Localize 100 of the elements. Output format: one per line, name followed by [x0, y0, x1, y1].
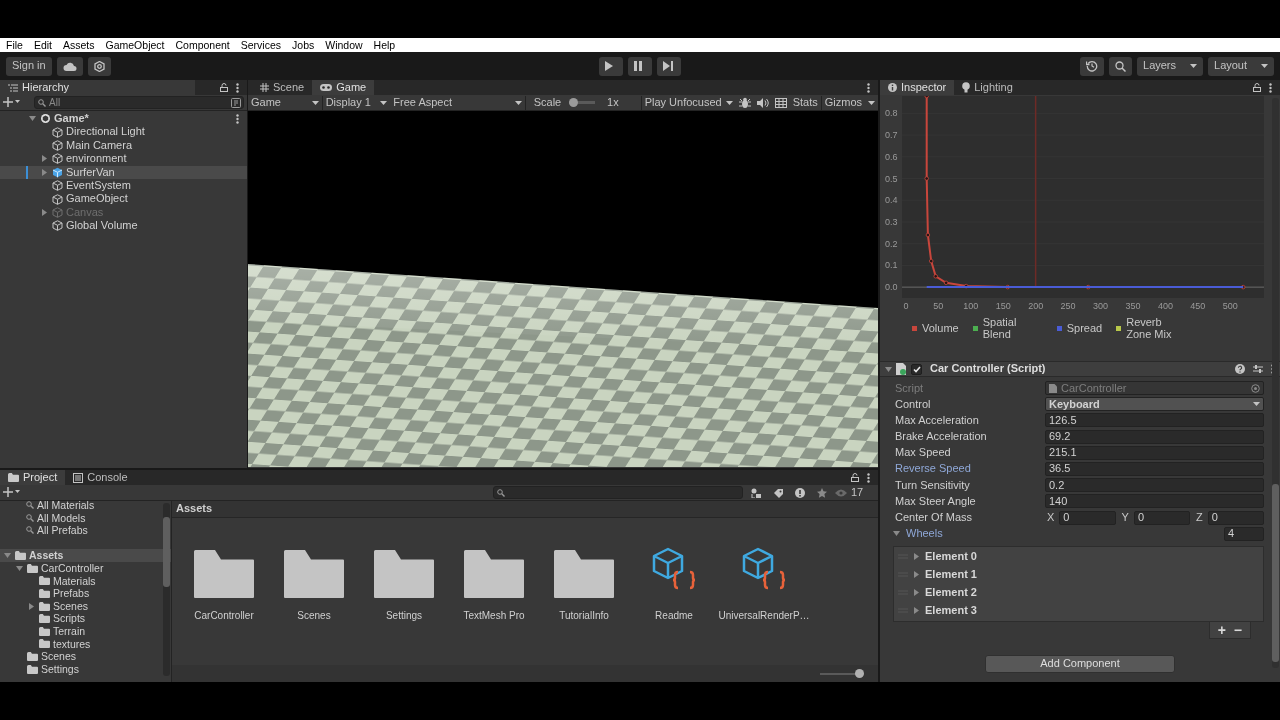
star-icon[interactable]	[817, 488, 827, 498]
add-component-button[interactable]: Add Component	[985, 654, 1175, 673]
collapse-arrow-icon[interactable]	[29, 116, 36, 122]
list-element[interactable]: Element 0	[894, 547, 1263, 566]
tree-item[interactable]: EventSystem	[0, 178, 247, 193]
favorite-item[interactable]: All Materials	[0, 501, 171, 512]
menu-icon[interactable]	[236, 113, 239, 124]
menu-icon[interactable]	[867, 82, 870, 93]
tree-item[interactable]: Materials	[0, 574, 171, 588]
number-field[interactable]: 126.5	[1045, 413, 1264, 428]
history-button[interactable]	[1080, 56, 1104, 76]
asset-label[interactable]: Scenes	[297, 610, 331, 622]
number-field[interactable]: 140	[1045, 494, 1264, 509]
search-button[interactable]	[1109, 56, 1132, 76]
breadcrumb[interactable]: Assets	[172, 501, 878, 518]
lock-icon[interactable]	[220, 83, 228, 92]
expand-arrow-icon[interactable]	[914, 571, 919, 579]
data-point[interactable]	[1086, 284, 1091, 290]
menu-item[interactable]: GameObject	[105, 38, 165, 52]
number-field[interactable]: 0.2	[1045, 478, 1264, 493]
favorite-item[interactable]: All Models	[0, 511, 171, 525]
data-point[interactable]	[1241, 284, 1246, 290]
scrollbar[interactable]	[163, 503, 170, 676]
eye-icon[interactable]	[835, 488, 847, 497]
help-icon[interactable]	[1235, 364, 1245, 374]
tree-item[interactable]: Game*	[0, 112, 247, 126]
step-button[interactable]	[657, 56, 681, 76]
lock-icon[interactable]	[851, 473, 859, 482]
tree-item[interactable]: Assets	[0, 549, 171, 562]
filter-type-icon[interactable]	[751, 488, 761, 498]
menu-item[interactable]: Services	[240, 38, 282, 52]
search-field[interactable]	[493, 486, 743, 499]
expand-arrow-icon[interactable]	[29, 602, 34, 610]
gizmos-button[interactable]: Gizmos	[821, 95, 866, 110]
panel-tab[interactable]: Project	[0, 470, 66, 485]
view-dropdown[interactable]: Game	[248, 95, 322, 110]
add-icon[interactable]	[3, 487, 20, 498]
data-point[interactable]	[925, 232, 931, 238]
tree-item[interactable]: Scenes	[0, 650, 171, 663]
menu-icon[interactable]	[867, 472, 870, 483]
menu-item[interactable]: Jobs	[292, 38, 315, 52]
scale-slider[interactable]	[569, 98, 596, 107]
menu-item[interactable]: Assets	[63, 38, 95, 52]
search-field[interactable]: All	[34, 96, 244, 109]
slider-thumb[interactable]	[855, 668, 864, 678]
view-tab[interactable]: Scene	[252, 80, 313, 95]
number-field[interactable]: 215.1	[1045, 445, 1264, 460]
sign-in-button[interactable]: Sign in	[6, 56, 52, 76]
number-field[interactable]: 69.2	[1045, 429, 1264, 444]
play-button[interactable]	[599, 56, 623, 76]
collapse-arrow-icon[interactable]	[893, 531, 900, 537]
panel-tab[interactable]: Hierarchy	[0, 80, 195, 95]
wheels-foldout[interactable]: Wheels	[893, 526, 946, 542]
number-field[interactable]: 0	[1059, 510, 1116, 525]
warning-icon[interactable]	[795, 488, 805, 498]
display-dropdown[interactable]: Display 1	[322, 95, 391, 110]
expand-arrow-icon[interactable]	[42, 155, 47, 163]
asset-label[interactable]: Readme	[655, 610, 693, 622]
tree-item[interactable]: Directional Light	[0, 125, 247, 139]
stats-button[interactable]: Stats	[789, 95, 821, 110]
menu-icon[interactable]	[236, 82, 239, 93]
dropdown-field[interactable]: Keyboard	[1045, 397, 1264, 412]
menu-item[interactable]: Edit	[33, 38, 52, 52]
collapse-arrow-icon[interactable]	[885, 366, 892, 372]
data-point[interactable]	[1005, 284, 1010, 290]
tree-item[interactable]: Settings	[0, 662, 171, 676]
favorite-item[interactable]: All Prefabs	[0, 524, 171, 537]
number-field[interactable]: 0	[1207, 510, 1264, 525]
filter-icon[interactable]	[231, 98, 241, 108]
asset-label[interactable]: TutorialInfo	[559, 610, 609, 622]
tree-item[interactable]: GameObject	[0, 192, 247, 206]
label-icon[interactable]	[773, 488, 783, 498]
panel-tab[interactable]: Inspector	[880, 80, 955, 95]
enable-checkbox[interactable]	[911, 363, 922, 375]
asset-label[interactable]: TextMesh Pro	[463, 610, 525, 622]
asset-label[interactable]: UniversalRenderP…	[718, 610, 810, 622]
tree-item[interactable]: Main Camera	[0, 138, 247, 153]
presets-icon[interactable]	[1253, 364, 1263, 374]
number-field[interactable]: 36.5	[1045, 462, 1264, 477]
menu-icon[interactable]	[1269, 82, 1272, 93]
menu-item[interactable]: Help	[373, 38, 396, 52]
expand-arrow-icon[interactable]	[914, 589, 919, 597]
scrollbar[interactable]	[1272, 98, 1279, 668]
list-element[interactable]: Element 3	[894, 601, 1263, 620]
data-point[interactable]	[929, 258, 934, 264]
play-mode-dropdown[interactable]: Play Unfocused	[641, 95, 736, 110]
tree-item[interactable]: environment	[0, 152, 247, 166]
menu-item[interactable]: File	[6, 38, 23, 52]
menu-item[interactable]: Component	[175, 38, 230, 52]
asset-label[interactable]: CarController	[194, 610, 254, 622]
lock-icon[interactable]	[1253, 83, 1261, 92]
data-point[interactable]	[964, 283, 969, 289]
view-tab[interactable]: Game	[312, 80, 375, 95]
tree-item[interactable]: Scripts	[0, 612, 171, 625]
tree-item[interactable]: Scenes	[0, 599, 171, 613]
asset-label[interactable]: Settings	[385, 610, 423, 622]
expand-arrow-icon[interactable]	[42, 168, 47, 176]
expand-arrow-icon[interactable]	[914, 553, 919, 561]
list-element[interactable]: Element 2	[894, 583, 1263, 602]
menu-item[interactable]: Window	[325, 38, 363, 52]
